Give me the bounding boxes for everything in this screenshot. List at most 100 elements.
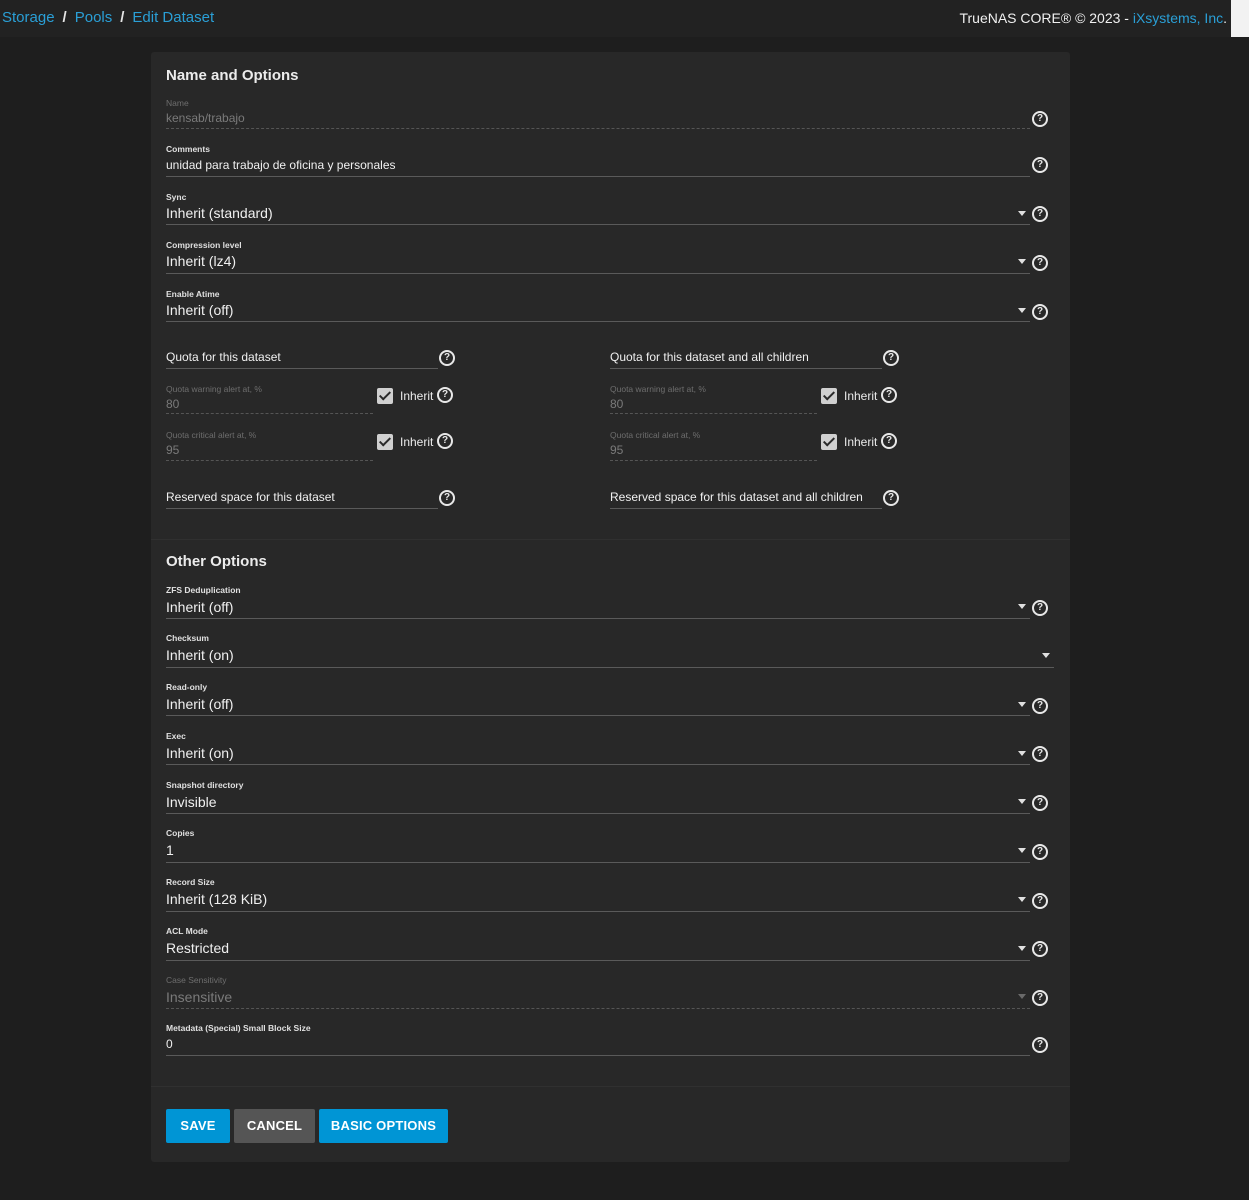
reserved-dataset-input[interactable]: Reserved space for this dataset [166, 490, 438, 510]
sync-underline [166, 224, 1030, 225]
readonly-help-icon[interactable]: ? [1032, 698, 1048, 714]
save-button[interactable]: SAVE [166, 1109, 230, 1143]
breadcrumb-storage[interactable]: Storage [2, 9, 55, 26]
reserved-children-help-icon[interactable]: ? [883, 490, 899, 506]
smallblock-input[interactable]: 0 [166, 1037, 173, 1051]
chevron-down-icon[interactable] [1018, 308, 1026, 313]
breadcrumb-separator: / [62, 9, 67, 26]
casesens-label: Case Sensitivity [166, 975, 227, 985]
chevron-down-icon[interactable] [1018, 751, 1026, 756]
chevron-down-icon[interactable] [1018, 799, 1026, 804]
chevron-down-icon[interactable] [1018, 604, 1026, 609]
quota-children-help-icon[interactable]: ? [883, 350, 899, 366]
copies-help-icon[interactable]: ? [1032, 844, 1048, 860]
sync-select[interactable]: Sync Inherit (standard) [166, 192, 1030, 226]
edit-dataset-form: Name and Options Name kensab/trabajo ? C… [151, 52, 1070, 1162]
recordsize-value: Inherit (128 KiB) [166, 891, 268, 907]
recordsize-label: Record Size [166, 877, 215, 887]
quota-warning-children-inherit-checkbox[interactable] [821, 388, 837, 404]
snapdir-help-icon[interactable]: ? [1032, 795, 1048, 811]
snapdir-select[interactable]: Snapshot directory Invisible [166, 780, 1030, 814]
breadcrumb-edit-dataset[interactable]: Edit Dataset [132, 9, 214, 26]
smallblock-help-icon[interactable]: ? [1032, 1037, 1048, 1053]
sync-value: Inherit (standard) [166, 205, 273, 221]
exec-help-icon[interactable]: ? [1032, 746, 1048, 762]
snapdir-value: Invisible [166, 794, 217, 810]
readonly-select[interactable]: Read-only Inherit (off) [166, 682, 1030, 716]
chevron-down-icon[interactable] [1018, 946, 1026, 951]
compression-label: Compression level [166, 240, 242, 250]
copyright-period: . [1223, 10, 1227, 26]
quota-critical-dataset-field: Quota critical alert at, % 95 [166, 430, 373, 461]
quota-warning-children-help-icon[interactable]: ? [881, 387, 897, 403]
breadcrumb-pools[interactable]: Pools [75, 9, 113, 26]
dedup-help-icon[interactable]: ? [1032, 600, 1048, 616]
chevron-down-icon[interactable] [1042, 653, 1050, 658]
chevron-down-icon[interactable] [1018, 702, 1026, 707]
copies-label: Copies [166, 828, 195, 838]
quota-dataset-help-icon[interactable]: ? [439, 350, 455, 366]
exec-select[interactable]: Exec Inherit (on) [166, 731, 1030, 765]
chevron-down-icon[interactable] [1018, 259, 1026, 264]
aclmode-help-icon[interactable]: ? [1032, 941, 1048, 957]
snapdir-underline [166, 813, 1030, 814]
quota-warning-dataset-help-icon[interactable]: ? [437, 387, 453, 403]
smallblock-field[interactable]: Metadata (Special) Small Block Size 0 [166, 1023, 1030, 1057]
quota-warning-dataset-inherit-label: Inherit [400, 389, 434, 403]
atime-select[interactable]: Enable Atime Inherit (off) [166, 289, 1030, 323]
aclmode-select[interactable]: ACL Mode Restricted [166, 926, 1030, 961]
section-title-other-options: Other Options [166, 553, 267, 570]
quota-dataset-label: Quota for this dataset [166, 350, 281, 364]
checksum-select[interactable]: Checksum Inherit (on) [166, 633, 1054, 668]
quota-critical-children-help-icon[interactable]: ? [881, 433, 897, 449]
chevron-down-icon [1018, 994, 1026, 999]
breadcrumb-separator: / [120, 9, 125, 26]
chevron-down-icon[interactable] [1018, 897, 1026, 902]
compression-select[interactable]: Compression level Inherit (lz4) [166, 240, 1030, 274]
reserved-dataset-help-icon[interactable]: ? [439, 490, 455, 506]
sync-help-icon[interactable]: ? [1032, 206, 1048, 222]
recordsize-select[interactable]: Record Size Inherit (128 KiB) [166, 877, 1030, 912]
comments-input[interactable]: unidad para trabajo de oficina y persona… [166, 158, 396, 172]
compression-help-icon[interactable]: ? [1032, 255, 1048, 271]
quota-critical-dataset-help-icon[interactable]: ? [437, 433, 453, 449]
quota-warning-dataset-field: Quota warning alert at, % 80 [166, 384, 373, 414]
quota-critical-children-underline [610, 460, 817, 461]
quota-critical-children-inherit-checkbox[interactable] [821, 434, 837, 450]
atime-help-icon[interactable]: ? [1032, 304, 1048, 320]
quota-critical-dataset-underline [166, 460, 373, 461]
compression-value: Inherit (lz4) [166, 253, 237, 269]
copies-value: 1 [166, 842, 174, 858]
reserved-dataset-underline [166, 508, 438, 509]
quota-dataset-input[interactable]: Quota for this dataset [166, 350, 438, 370]
quota-warning-dataset-inherit-checkbox[interactable] [377, 388, 393, 404]
chevron-down-icon[interactable] [1018, 848, 1026, 853]
dedup-select[interactable]: ZFS Deduplication Inherit (off) [166, 585, 1030, 619]
name-help-icon[interactable]: ? [1032, 111, 1048, 127]
basic-options-button[interactable]: BASIC OPTIONS [319, 1109, 448, 1143]
casesens-help-icon[interactable]: ? [1032, 990, 1048, 1006]
quota-critical-children-value: 95 [610, 443, 624, 457]
compression-underline [166, 273, 1030, 274]
checksum-label: Checksum [166, 633, 209, 643]
copies-select[interactable]: Copies 1 [166, 828, 1030, 863]
recordsize-help-icon[interactable]: ? [1032, 893, 1048, 909]
reserved-children-label: Reserved space for this dataset and all … [610, 490, 863, 504]
comments-help-icon[interactable]: ? [1032, 157, 1048, 173]
reserved-children-input[interactable]: Reserved space for this dataset and all … [610, 490, 882, 510]
quota-warning-children-underline [610, 413, 817, 414]
quota-critical-children-label: Quota critical alert at, % [610, 430, 701, 440]
quota-critical-dataset-inherit-checkbox[interactable] [377, 434, 393, 450]
chevron-down-icon[interactable] [1018, 211, 1026, 216]
aclmode-label: ACL Mode [166, 926, 208, 936]
smallblock-underline [166, 1055, 1030, 1056]
quota-children-input[interactable]: Quota for this dataset and all children [610, 350, 882, 370]
exec-label: Exec [166, 731, 186, 741]
dedup-label: ZFS Deduplication [166, 585, 241, 595]
comments-field[interactable]: Comments unidad para trabajo de oficina … [166, 144, 1030, 178]
cancel-button[interactable]: CANCEL [234, 1109, 315, 1143]
name-label: Name [166, 98, 189, 108]
section-title-name-options: Name and Options [166, 67, 299, 84]
readonly-label: Read-only [166, 682, 208, 692]
ixsystems-link[interactable]: iXsystems, Inc [1133, 10, 1223, 26]
